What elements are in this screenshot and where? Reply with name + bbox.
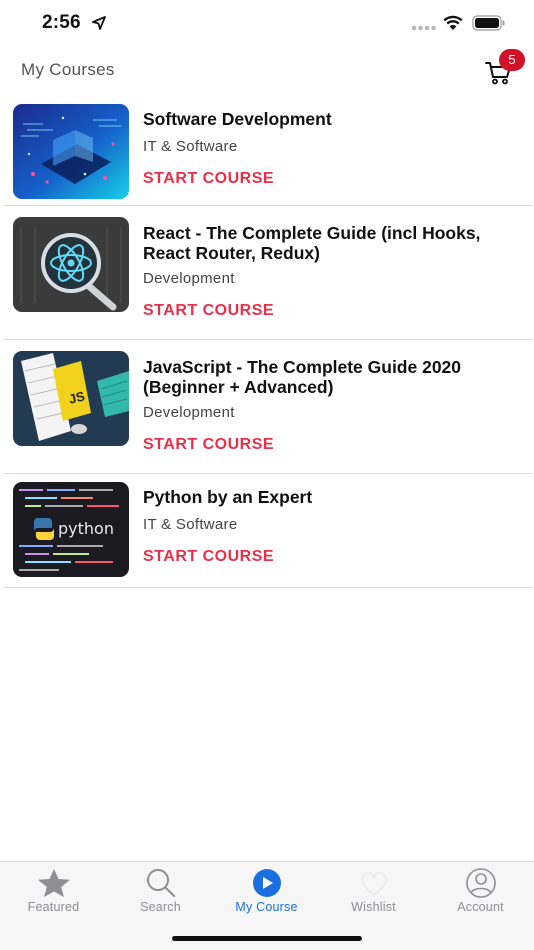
status-bar: 2:56 xyxy=(0,0,534,48)
search-icon xyxy=(146,869,175,897)
course-thumbnail xyxy=(13,217,129,312)
course-item-react[interactable]: React - The Complete Guide (incl Hooks, … xyxy=(3,206,532,340)
tab-search[interactable]: Search xyxy=(107,862,214,922)
page-title: My Courses xyxy=(21,60,115,79)
header: My Courses 5 xyxy=(0,48,534,96)
location-arrow-icon xyxy=(92,16,106,30)
battery-icon xyxy=(472,15,505,31)
cart-badge: 5 xyxy=(499,49,525,71)
star-icon xyxy=(37,869,70,897)
course-category: IT & Software xyxy=(143,138,238,155)
course-item-javascript[interactable]: JS JavaScript - The Complete Guide 2020 … xyxy=(3,340,532,474)
heart-icon xyxy=(360,872,387,896)
tab-label: Search xyxy=(140,900,181,914)
start-course-button[interactable]: START COURSE xyxy=(143,170,274,188)
course-thumbnail xyxy=(13,104,129,199)
tab-featured[interactable]: Featured xyxy=(0,862,107,922)
course-category: Development xyxy=(143,404,235,421)
cart-button[interactable]: 5 xyxy=(483,49,529,92)
tab-label: My Course xyxy=(235,900,298,914)
course-thumbnail: JS xyxy=(13,351,129,446)
course-title: React - The Complete Guide (incl Hooks, … xyxy=(143,223,481,263)
svg-text:python: python xyxy=(58,519,114,538)
status-time: 2:56 xyxy=(42,12,81,33)
person-circle-icon xyxy=(465,868,496,898)
tab-label: Account xyxy=(457,900,504,914)
home-indicator xyxy=(172,936,362,941)
course-title: Python by an Expert xyxy=(143,487,313,507)
course-category: Development xyxy=(143,270,235,287)
start-course-button[interactable]: START COURSE xyxy=(143,548,274,566)
tab-account[interactable]: Account xyxy=(427,862,534,922)
course-thumbnail: python xyxy=(13,482,129,577)
start-course-button[interactable]: START COURSE xyxy=(143,436,274,454)
course-list: Software Development IT & Software START… xyxy=(0,96,534,588)
tab-label: Featured xyxy=(27,900,80,914)
cellular-signal-icon xyxy=(411,25,436,31)
course-item-python[interactable]: python Python by an Expert IT & Software… xyxy=(3,474,532,588)
course-title: JavaScript - The Complete Guide 2020 (Be… xyxy=(143,357,462,397)
course-title: Software Development xyxy=(143,109,332,129)
tab-wishlist[interactable]: Wishlist xyxy=(320,862,427,922)
wifi-icon xyxy=(443,15,463,30)
play-circle-icon xyxy=(252,869,281,897)
course-category: IT & Software xyxy=(143,516,238,533)
course-item-software-development[interactable]: Software Development IT & Software START… xyxy=(3,96,532,206)
tab-my-course[interactable]: My Course xyxy=(213,862,320,922)
start-course-button[interactable]: START COURSE xyxy=(143,302,274,320)
tab-label: Wishlist xyxy=(351,900,396,914)
